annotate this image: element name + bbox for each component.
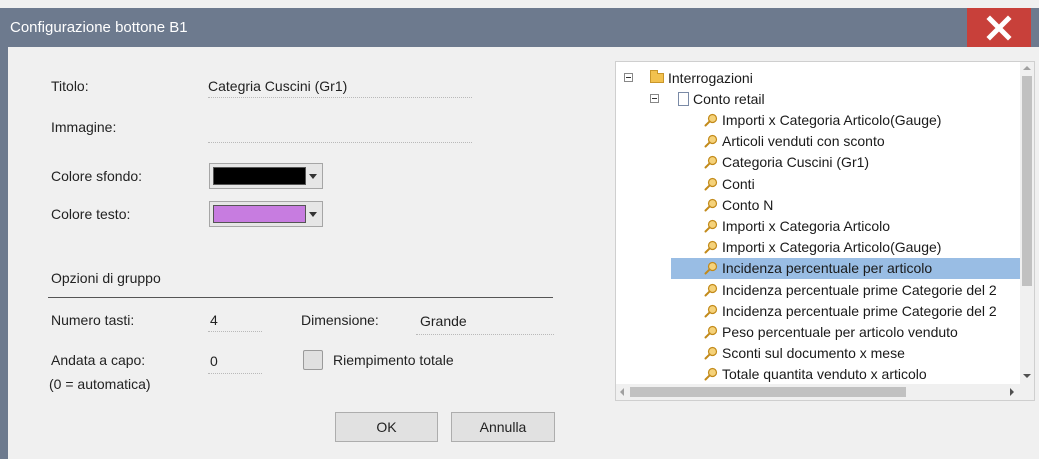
colore-testo-swatch — [213, 205, 306, 223]
immagine-label: Immagine: — [51, 119, 117, 135]
titolo-field[interactable]: Categria Cuscini (Gr1) — [208, 78, 347, 94]
colore-testo-label: Colore testo: — [51, 206, 131, 222]
chevron-down-icon — [309, 174, 317, 179]
tree-item-label: Incidenza percentuale prime Categorie de… — [722, 281, 997, 298]
scroll-thumb-horizontal[interactable] — [630, 387, 906, 397]
tree-item-label: Incidenza percentuale prime Categorie de… — [722, 302, 997, 319]
scroll-thumb[interactable] — [1022, 76, 1032, 286]
tree-item[interactable]: Incidenza percentuale prime Categorie de… — [616, 280, 1020, 301]
query-icon — [704, 198, 718, 212]
dialog-content: Titolo: Categria Cuscini (Gr1) Immagine:… — [8, 47, 1039, 459]
colore-sfondo-label: Colore sfondo: — [51, 168, 143, 184]
numero-tasti-underline — [208, 331, 262, 332]
tree-item[interactable]: Incidenza percentuale per articolo — [671, 258, 1026, 280]
tree-item-label: Importi x Categoria Articolo — [722, 218, 891, 234]
tree-item-label: Conto N — [722, 196, 774, 213]
query-icon — [704, 346, 718, 360]
tree-item-label: Peso percentuale per articolo venduto — [722, 324, 958, 340]
config-dialog: Configurazione bottone B1 Titolo: Categr… — [0, 0, 1039, 459]
close-x-icon — [986, 14, 1012, 41]
query-icon — [704, 134, 718, 148]
tree-item[interactable]: Categoria Cuscini (Gr1) — [616, 152, 1020, 173]
tree-item[interactable]: Incidenza percentuale prime Categorie de… — [616, 301, 1020, 322]
group-separator — [48, 297, 553, 298]
tree-root[interactable]: Interrogazioni — [616, 68, 1020, 89]
query-icon — [704, 261, 718, 275]
tree-item-label: Totale quantita venduto x articolo — [722, 366, 927, 383]
tree-item[interactable]: Articoli venduti con sconto — [616, 131, 1020, 152]
dimensione-underline — [416, 334, 554, 335]
query-icon — [704, 240, 718, 254]
dialog-title: Configurazione bottone B1 — [10, 19, 188, 36]
query-icon — [704, 283, 718, 297]
query-tree[interactable]: Interrogazioni Conto retail Importi x Ca… — [615, 61, 1035, 401]
scroll-corner — [1020, 384, 1034, 400]
close-button[interactable] — [967, 8, 1031, 47]
riempimento-label: Riempimento totale — [333, 352, 454, 368]
immagine-underline — [208, 142, 472, 143]
colore-testo-picker[interactable] — [209, 201, 323, 227]
scroll-right-icon[interactable] — [1010, 388, 1014, 396]
ok-button[interactable]: OK — [335, 412, 438, 442]
group-heading: Opzioni di gruppo — [51, 270, 161, 286]
query-icon — [704, 155, 718, 169]
query-icon — [704, 325, 718, 339]
query-icon — [704, 177, 718, 191]
riempimento-checkbox[interactable] — [303, 350, 323, 370]
tree-horizontal-scrollbar[interactable] — [616, 384, 1020, 400]
scroll-down-icon[interactable] — [1023, 374, 1031, 378]
chevron-down-icon — [309, 212, 317, 217]
tree-item[interactable]: Importi x Categoria Articolo — [616, 216, 1020, 237]
tree-item-label: Importi x Categoria Articolo(Gauge) — [722, 112, 942, 128]
andata-hint: (0 = automatica) — [49, 376, 151, 392]
titolo-underline — [208, 97, 472, 98]
tree-item-label: Categoria Cuscini (Gr1) — [722, 154, 870, 171]
tree-child-label: Conto retail — [693, 91, 765, 107]
tree-item-label: Sconti sul documento x mese — [722, 345, 905, 362]
andata-underline — [208, 373, 262, 374]
document-icon — [678, 92, 689, 106]
folder-icon — [650, 70, 664, 83]
tree-item-label: Conti — [722, 175, 755, 192]
andata-label: Andata a capo: — [51, 352, 146, 368]
query-icon — [704, 113, 718, 127]
annulla-button[interactable]: Annulla — [451, 412, 555, 442]
scroll-up-icon[interactable] — [1023, 66, 1031, 70]
tree-item-label: Importi x Categoria Articolo(Gauge) — [722, 239, 942, 256]
tree-item[interactable]: Peso percentuale per articolo venduto — [616, 322, 1020, 343]
tree-item[interactable]: Importi x Categoria Articolo(Gauge) — [616, 237, 1020, 258]
query-icon — [704, 367, 718, 381]
numero-tasti-field[interactable]: 4 — [210, 312, 218, 328]
dimensione-label: Dimensione: — [301, 312, 379, 328]
colore-sfondo-swatch — [213, 167, 306, 185]
tree-item-label: Incidenza percentuale per articolo — [722, 260, 933, 277]
tree-vertical-scrollbar[interactable] — [1020, 62, 1034, 384]
tree-item[interactable]: Importi x Categoria Articolo(Gauge) — [616, 110, 1020, 131]
collapse-icon[interactable] — [650, 94, 659, 103]
query-icon — [704, 219, 718, 233]
tree-item[interactable]: Sconti sul documento x mese — [616, 343, 1020, 364]
window-border — [0, 47, 8, 459]
andata-field[interactable]: 0 — [210, 353, 218, 369]
titolo-label: Titolo: — [51, 78, 89, 94]
title-bar: Configurazione bottone B1 — [0, 8, 1039, 47]
tree-item[interactable]: Conti — [616, 174, 1020, 195]
numero-tasti-label: Numero tasti: — [51, 312, 135, 328]
dimensione-field[interactable]: Grande — [420, 313, 467, 329]
tree-root-label: Interrogazioni — [668, 70, 753, 86]
tree-item[interactable]: Conto N — [616, 195, 1020, 216]
query-icon — [704, 304, 718, 318]
scroll-left-icon[interactable] — [620, 388, 624, 396]
tree-item-label: Articoli venduti con sconto — [722, 133, 885, 150]
collapse-icon[interactable] — [624, 73, 633, 82]
tree-child[interactable]: Conto retail — [616, 89, 1020, 110]
tree-item[interactable]: Totale quantita venduto x articolo — [616, 364, 1020, 385]
colore-sfondo-picker[interactable] — [209, 163, 323, 189]
